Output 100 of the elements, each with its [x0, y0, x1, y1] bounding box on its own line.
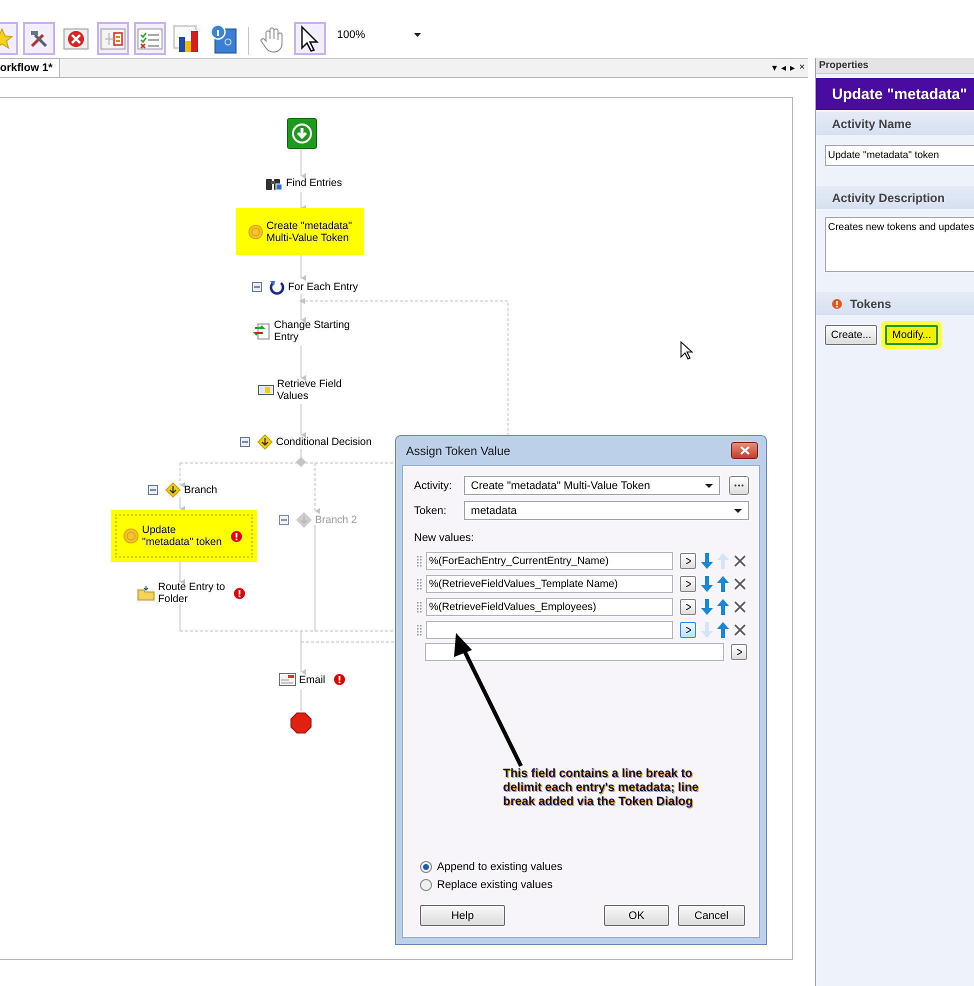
activity-node[interactable]: Conditional Decision	[240, 434, 372, 450]
insert-token-button[interactable]	[680, 598, 696, 614]
flowchart-icon	[100, 26, 126, 50]
field-label: Token:	[414, 504, 448, 516]
activity-node[interactable]: Retrieve Field Values	[258, 378, 342, 402]
close-icon	[740, 446, 750, 455]
chevron-icon	[686, 626, 690, 632]
activity-node[interactable]: For Each Entry	[252, 279, 358, 295]
drag-handle[interactable]	[417, 624, 422, 636]
value-field[interactable]: %(RetrieveFieldValues_Employees)	[426, 598, 673, 616]
tab-control[interactable]: ×	[799, 62, 805, 74]
down-arrow-icon[interactable]	[701, 552, 713, 568]
browse-button[interactable]	[729, 476, 750, 495]
node-label: Email	[299, 674, 326, 686]
activity-node[interactable]	[290, 712, 312, 734]
collapse-icon[interactable]	[148, 485, 158, 495]
loop-icon	[269, 279, 285, 295]
diamond-icon	[296, 512, 312, 528]
diamond-icon	[257, 434, 273, 450]
up-arrow-icon[interactable]	[717, 598, 729, 614]
insert-token-button[interactable]	[680, 576, 696, 592]
chevron-icon	[736, 649, 742, 655]
token-dropdown[interactable]: metadata	[464, 501, 749, 520]
delete-icon[interactable]	[734, 578, 746, 590]
node-label: Change Starting Entry	[274, 319, 350, 343]
close-button[interactable]	[731, 442, 758, 459]
connector-line	[300, 192, 306, 211]
toolbar-button[interactable]	[294, 22, 326, 55]
start-icon	[287, 118, 317, 149]
annotation-text: This field contains a line break to delimit each entry's metadata; line break added via the Token Dialog	[503, 766, 700, 808]
option-label: Replace existing values	[437, 879, 553, 891]
delete-icon[interactable]	[734, 554, 746, 566]
checklist-icon	[137, 26, 163, 50]
activity-node[interactable]: Find Entries	[265, 175, 342, 191]
tab-control[interactable]: ▾	[772, 62, 778, 74]
dropdown-caret-icon[interactable]	[414, 32, 422, 36]
node-label: Route Entry to Folder	[158, 581, 226, 605]
section-label: New values:	[414, 532, 475, 544]
toolbar-button[interactable]	[134, 22, 166, 55]
dialog-button[interactable]: OK	[604, 905, 669, 926]
junction-icon	[296, 457, 306, 467]
zoom-level[interactable]: 100%	[337, 28, 366, 40]
name-field[interactable]: Update "metadata" token	[825, 145, 974, 166]
node-label: Branch	[184, 484, 218, 496]
insert-token-button[interactable]	[731, 644, 747, 660]
dialog-button[interactable]: Cancel	[678, 905, 745, 926]
drag-handle[interactable]	[417, 600, 422, 612]
collapse-icon[interactable]	[252, 282, 262, 292]
connector-line	[300, 448, 302, 458]
coin-icon	[123, 528, 139, 544]
collapse-icon[interactable]	[240, 437, 250, 447]
radio-button[interactable]	[420, 861, 432, 873]
radio-button[interactable]	[420, 879, 432, 891]
activity-node[interactable]: Change Starting Entry	[253, 319, 350, 343]
radio-option[interactable]: Append to existing values	[420, 861, 749, 873]
value-field[interactable]	[425, 643, 724, 661]
caret-icon	[705, 484, 714, 488]
form-field-icon	[258, 384, 274, 396]
drag-handle[interactable]	[417, 554, 422, 566]
tab-control[interactable]: ▸	[790, 62, 796, 74]
caret-icon	[734, 508, 742, 512]
drag-handle[interactable]	[417, 578, 422, 590]
bar-chart-icon	[173, 24, 201, 52]
token-button[interactable]: Create...	[825, 325, 878, 345]
document-arrows-icon	[253, 322, 271, 340]
node-label: Create "metadata" Multi-Value Token	[266, 220, 352, 244]
description-field[interactable]: Creates new tokens and updates	[825, 217, 974, 272]
value-field[interactable]: %(ForEachEntry_CurrentEntry_Name)	[426, 552, 673, 570]
section-title: Activity Name	[832, 116, 912, 130]
activity-node[interactable]	[287, 118, 317, 149]
connector-line	[300, 404, 306, 438]
insert-token-button[interactable]	[680, 552, 696, 568]
message-icon	[279, 673, 296, 686]
connector-line	[180, 496, 185, 512]
activity-node[interactable]: Branch	[148, 482, 218, 498]
delete-icon[interactable]	[734, 624, 746, 636]
up-arrow-icon[interactable]	[717, 622, 729, 638]
activity-node[interactable]: Create "metadata" Multi-Value Token	[236, 208, 364, 255]
value-field[interactable]: %(RetrieveFieldValues_Template Name)	[426, 574, 673, 592]
option-label: Append to existing values	[437, 861, 562, 873]
delete-icon[interactable]	[734, 600, 746, 612]
value-field[interactable]	[426, 620, 673, 638]
radio-option[interactable]: Replace existing values	[420, 879, 749, 891]
node-label: Retrieve Field Values	[277, 378, 342, 402]
activity-node[interactable]: Route Entry to Folder	[137, 581, 246, 605]
activity-node[interactable]: Email	[279, 673, 346, 686]
dialog-button[interactable]: Help	[420, 905, 505, 926]
delete-icon	[63, 26, 89, 50]
activity-dropdown[interactable]: Create "metadata" Multi-Value Token	[464, 476, 720, 495]
connector-line	[300, 254, 306, 281]
insert-token-button[interactable]	[680, 622, 696, 638]
down-arrow-icon[interactable]	[701, 576, 713, 592]
document-tab[interactable]: orkflow 1*	[0, 58, 60, 77]
down-arrow-icon[interactable]	[701, 598, 713, 614]
tab-control[interactable]: ◂	[781, 62, 786, 74]
section-title: Tokens	[850, 296, 892, 310]
connector-line	[300, 346, 306, 381]
up-arrow-icon[interactable]	[717, 576, 729, 592]
activity-node[interactable]: Update "metadata" token	[111, 510, 257, 562]
pointer-icon	[299, 24, 321, 52]
